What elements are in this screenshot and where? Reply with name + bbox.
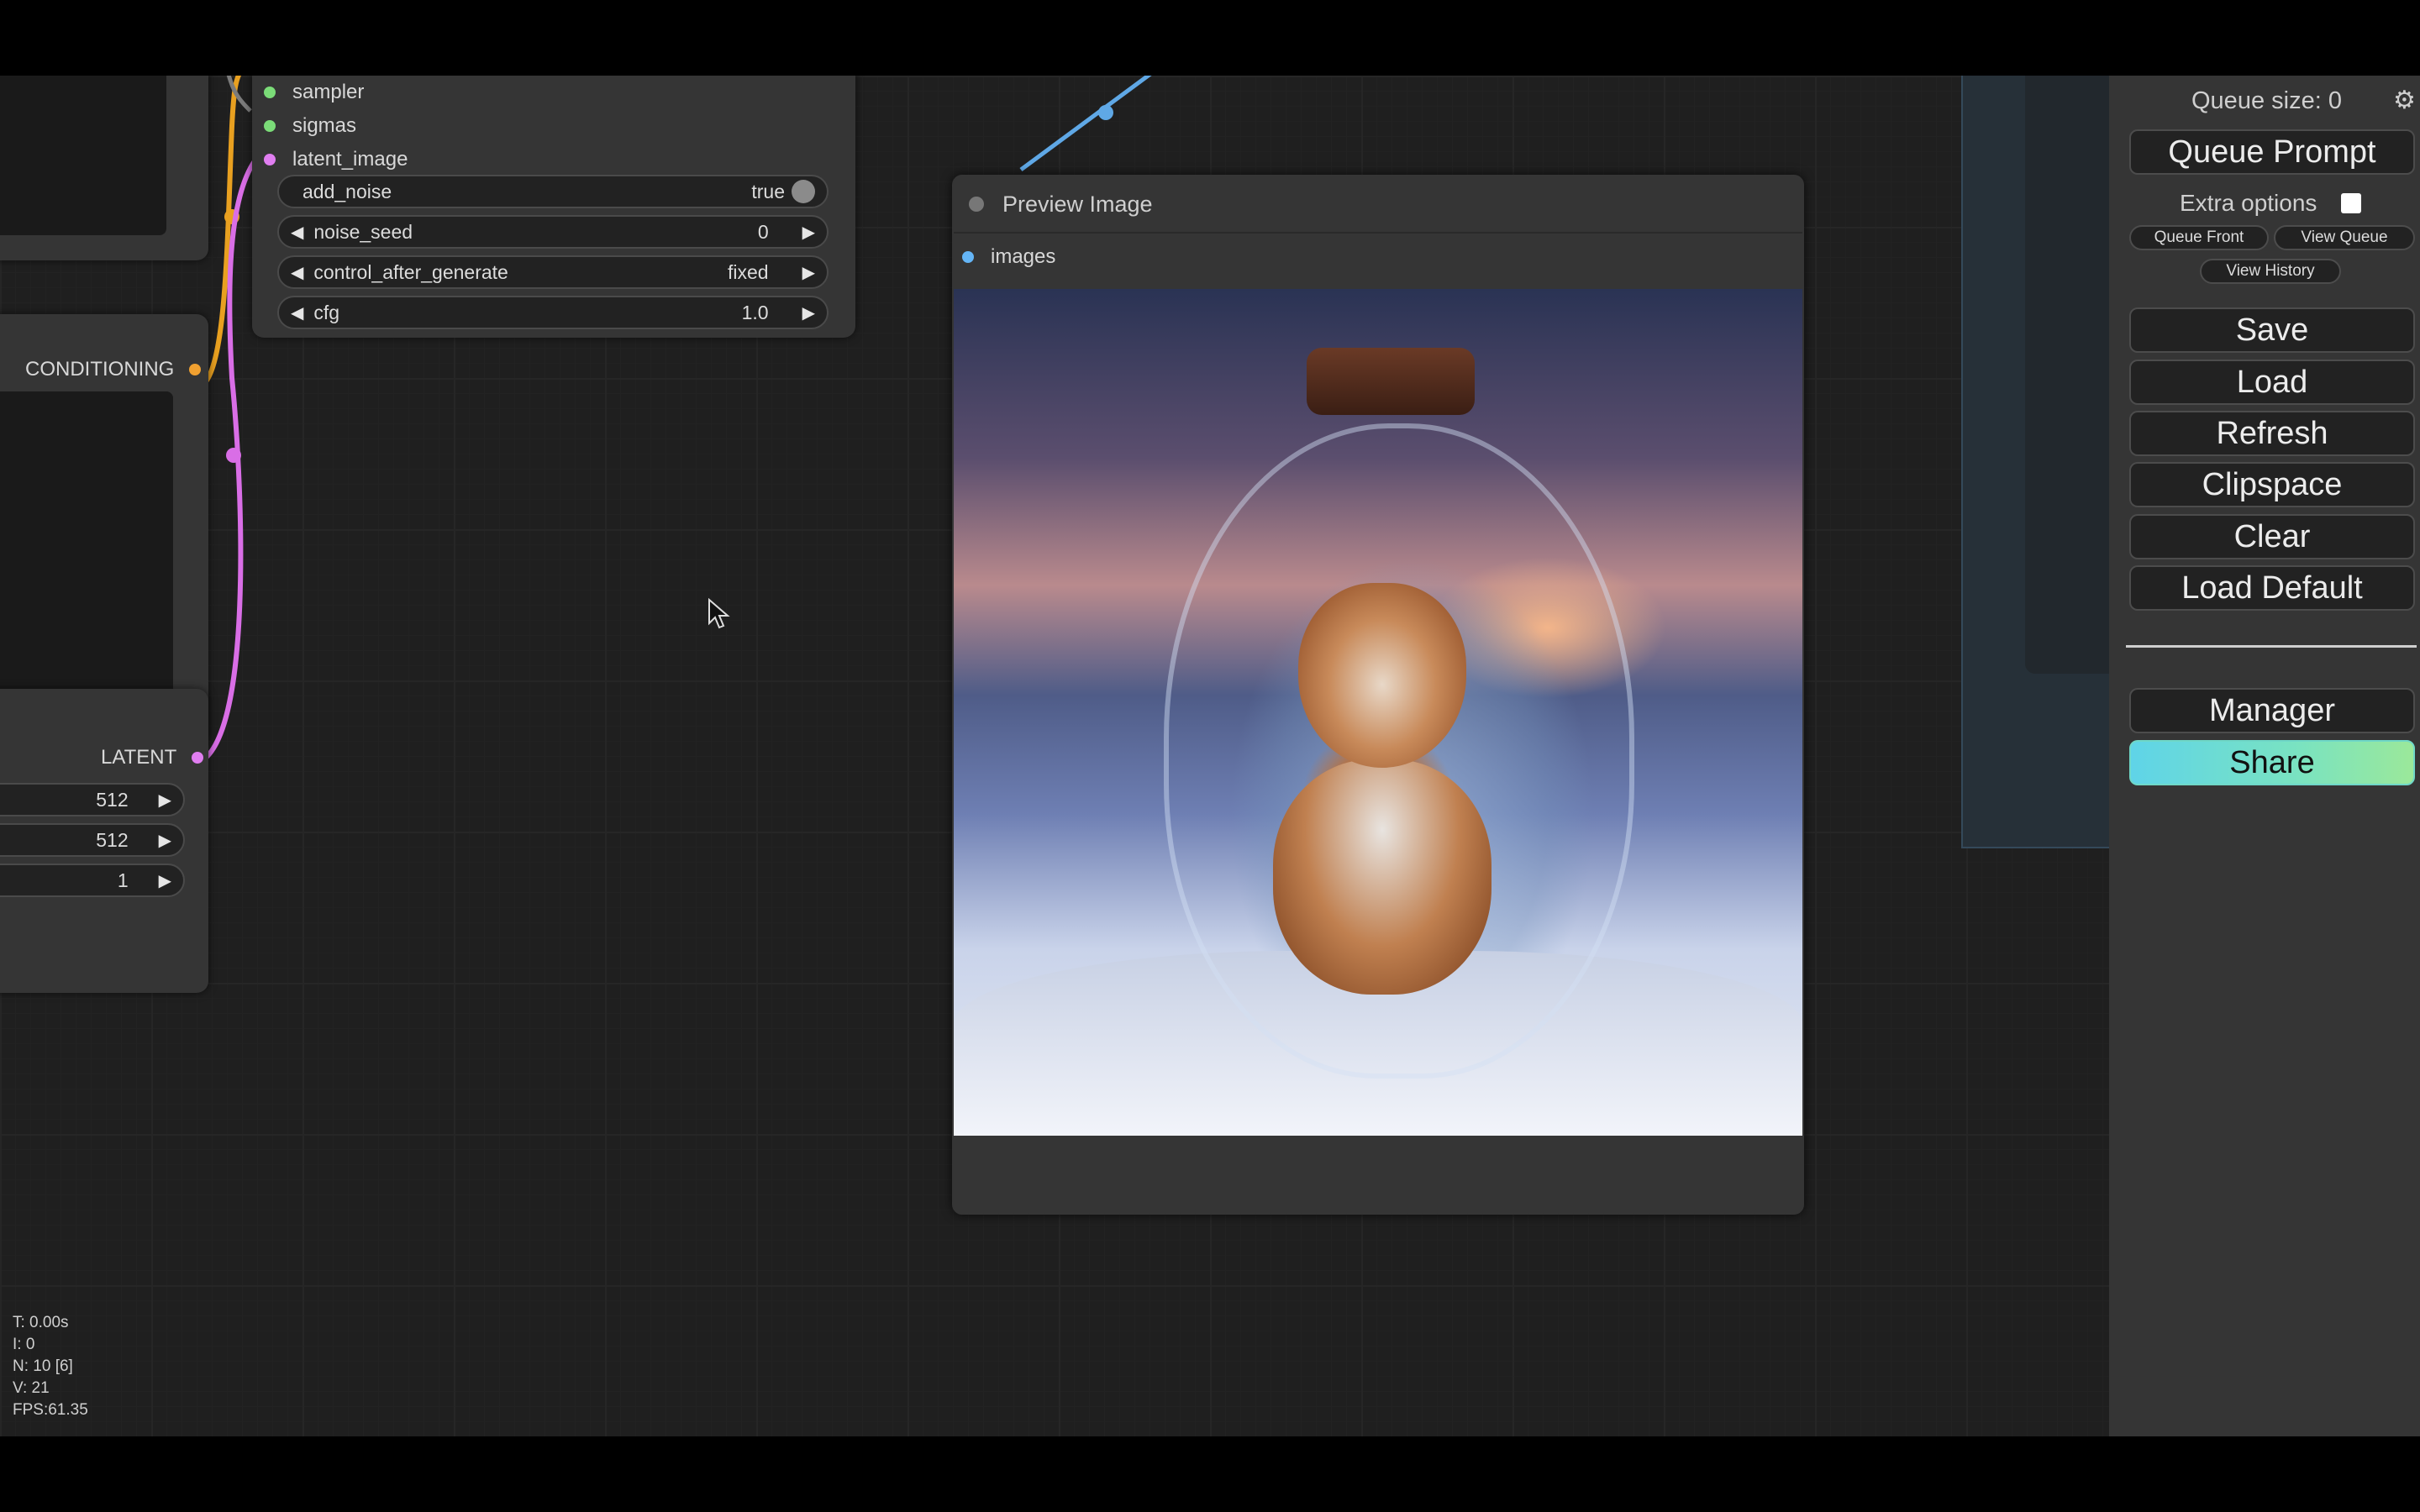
left-node-top[interactable] [0,76,208,260]
input-sampler[interactable]: sampler [264,81,364,104]
increment-arrow-icon[interactable]: ▶ [802,262,815,283]
menu-divider [2126,645,2417,648]
width-widget[interactable]: 512 ▶ [0,783,185,816]
partial-node-right[interactable] [1961,76,2109,848]
increment-arrow-icon[interactable]: ▶ [802,222,815,243]
left-node-conditioning[interactable]: CONDITIONING [0,314,208,744]
share-button[interactable]: Share [2129,740,2415,785]
stat-fps: FPS:61.35 [13,1401,88,1419]
view-queue-button[interactable]: View Queue [2274,225,2415,250]
add-noise-toggle[interactable]: add_noise true [277,175,829,208]
view-history-button[interactable]: View History [2200,259,2341,284]
mouse-cursor-icon [708,598,730,629]
batch-size-widget[interactable]: 1 ▶ [0,864,185,897]
toggle-knob-icon[interactable] [792,180,815,203]
manager-button[interactable]: Manager [2129,688,2415,733]
side-menu: Queue size: 0 ⚙ Queue Prompt Extra optio… [2109,76,2420,1436]
increment-arrow-icon[interactable]: ▶ [159,830,171,851]
settings-gear-icon[interactable]: ⚙ [2393,86,2416,115]
stat-n: N: 10 [6] [13,1357,73,1375]
height-widget[interactable]: 512 ▶ [0,823,185,857]
sampler-node[interactable]: sampler sigmas latent_image add_noise tr… [252,76,855,338]
stat-time: T: 0.00s [13,1314,69,1331]
queue-size-label: Queue size: 0 [2191,87,2342,114]
refresh-button[interactable]: Refresh [2129,411,2415,456]
latent-output-dot[interactable] [192,752,204,764]
load-button[interactable]: Load [2129,360,2415,405]
sampler-input-dot[interactable] [264,87,276,98]
increment-arrow-icon[interactable]: ▶ [159,790,171,811]
save-button[interactable]: Save [2129,307,2415,353]
extra-options-checkbox[interactable] [2341,193,2361,213]
clipspace-button[interactable]: Clipspace [2129,462,2415,507]
queue-front-button[interactable]: Queue Front [2129,225,2269,250]
images-input-dot[interactable] [962,251,974,263]
left-node-latent[interactable]: LATENT 512 ▶ 512 ▶ 1 ▶ [0,689,208,993]
node-graph-canvas[interactable]: CONDITIONING LATENT 512 ▶ 512 ▶ 1 ▶ samp… [0,76,2109,1436]
input-latent-image[interactable]: latent_image [264,148,408,171]
conditioning-dot[interactable] [189,364,202,375]
preview-image [954,289,1802,1136]
comfyui-app: CONDITIONING LATENT 512 ▶ 512 ▶ 1 ▶ samp… [0,0,2420,1512]
node-collapse-dot[interactable] [969,197,984,212]
node-title: Preview Image [1002,192,1153,217]
latent-output[interactable]: LATENT [101,746,204,769]
conditioning-output[interactable]: CONDITIONING [25,358,202,381]
sigmas-input-dot[interactable] [264,120,276,132]
increment-arrow-icon[interactable]: ▶ [159,870,171,891]
decrement-arrow-icon[interactable]: ◀ [291,222,303,243]
stat-v: V: 21 [13,1379,50,1397]
preview-image-node[interactable]: Preview Image images [952,175,1804,1215]
latent-image-input-dot[interactable] [264,154,276,165]
decrement-arrow-icon[interactable]: ◀ [291,262,303,283]
cfg-widget[interactable]: ◀ cfg 1.0 ▶ [277,296,829,329]
extra-options-label: Extra options [2180,190,2317,216]
clear-button[interactable]: Clear [2129,514,2415,559]
control-after-generate-widget[interactable]: ◀ control_after_generate fixed ▶ [277,255,829,289]
decrement-arrow-icon[interactable]: ◀ [291,302,303,323]
load-default-button[interactable]: Load Default [2129,565,2415,611]
queue-prompt-button[interactable]: Queue Prompt [2129,129,2415,175]
stat-i: I: 0 [13,1336,35,1353]
increment-arrow-icon[interactable]: ▶ [802,302,815,323]
link-images [1019,76,1152,172]
noise-seed-widget[interactable]: ◀ noise_seed 0 ▶ [277,215,829,249]
input-sigmas[interactable]: sigmas [264,114,356,138]
input-images[interactable]: images [962,245,1055,269]
